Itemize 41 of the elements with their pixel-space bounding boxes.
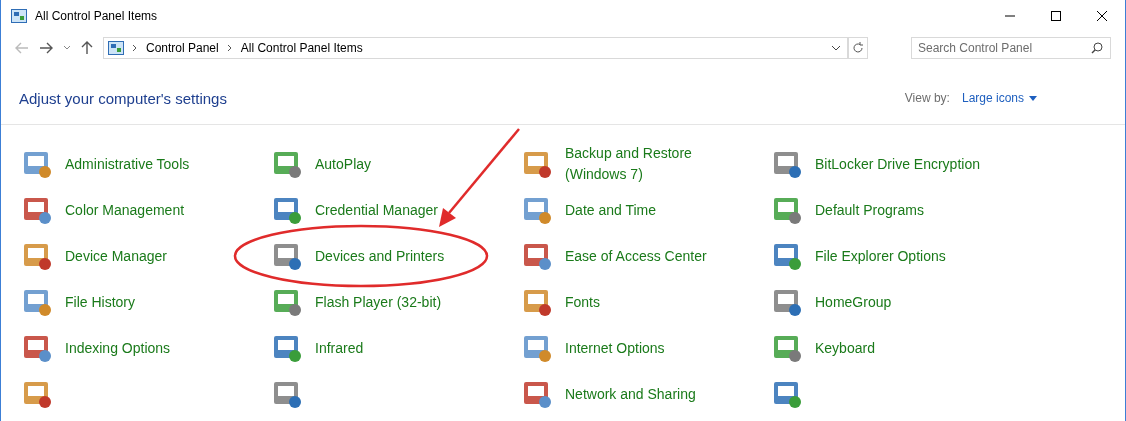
applet-link[interactable]: Date and Time: [565, 199, 740, 221]
applet-link[interactable]: Color Management: [65, 199, 240, 221]
applet-link[interactable]: File Explorer Options: [815, 245, 990, 267]
refresh-icon[interactable]: [848, 37, 868, 59]
chevron-down-icon[interactable]: [831, 45, 841, 51]
applet-link[interactable]: Default Programs: [815, 199, 990, 221]
control-panel-icon: [108, 41, 124, 55]
applet-link[interactable]: Network and Sharing: [565, 383, 740, 405]
control-panel-icon: [11, 9, 27, 23]
applet-link[interactable]: Internet Options: [565, 337, 740, 359]
dropdown-triangle-icon: [1029, 95, 1037, 101]
close-icon[interactable]: [1097, 11, 1107, 21]
maximize-icon[interactable]: [1051, 11, 1061, 21]
applet-link[interactable]: BitLocker Drive Encryption: [815, 153, 990, 175]
applet-link[interactable]: Infrared: [315, 337, 490, 359]
applet-link[interactable]: File History: [65, 291, 240, 313]
applet-link[interactable]: Backup and Restore (Windows 7): [565, 143, 740, 185]
applet-link[interactable]: Flash Player (32-bit): [315, 291, 490, 313]
breadcrumb-item[interactable]: Control Panel: [146, 41, 219, 55]
applet-link[interactable]: Administrative Tools: [65, 153, 240, 175]
applet-link[interactable]: Indexing Options: [65, 337, 240, 359]
applet-link[interactable]: Devices and Printers: [315, 245, 490, 267]
search-icon: [1091, 42, 1103, 54]
search-field[interactable]: Search Control Panel: [911, 37, 1111, 59]
applet-link[interactable]: Keyboard: [815, 337, 990, 359]
applet-link[interactable]: Ease of Access Center: [565, 245, 740, 267]
breadcrumb-item[interactable]: All Control Panel Items: [240, 41, 363, 55]
chevron-right-icon: [226, 44, 233, 52]
chevron-right-icon: [132, 44, 138, 52]
applet-link[interactable]: HomeGroup: [815, 291, 990, 313]
forward-arrow-icon[interactable]: [39, 42, 53, 54]
applet-link[interactable]: Fonts: [565, 291, 740, 313]
view-by-dropdown[interactable]: Large icons: [961, 91, 1037, 105]
page-heading: Adjust your computer's settings: [19, 89, 227, 107]
view-by-label: View by:: [904, 91, 950, 105]
window-title: All Control Panel Items: [35, 9, 158, 23]
applet-link[interactable]: AutoPlay: [315, 153, 490, 175]
applet-link[interactable]: Credential Manager: [315, 199, 490, 221]
applet-link[interactable]: Device Manager: [65, 245, 240, 267]
address-bar[interactable]: Control Panel All Control Panel Items: [103, 37, 848, 59]
up-arrow-icon[interactable]: [81, 41, 93, 55]
